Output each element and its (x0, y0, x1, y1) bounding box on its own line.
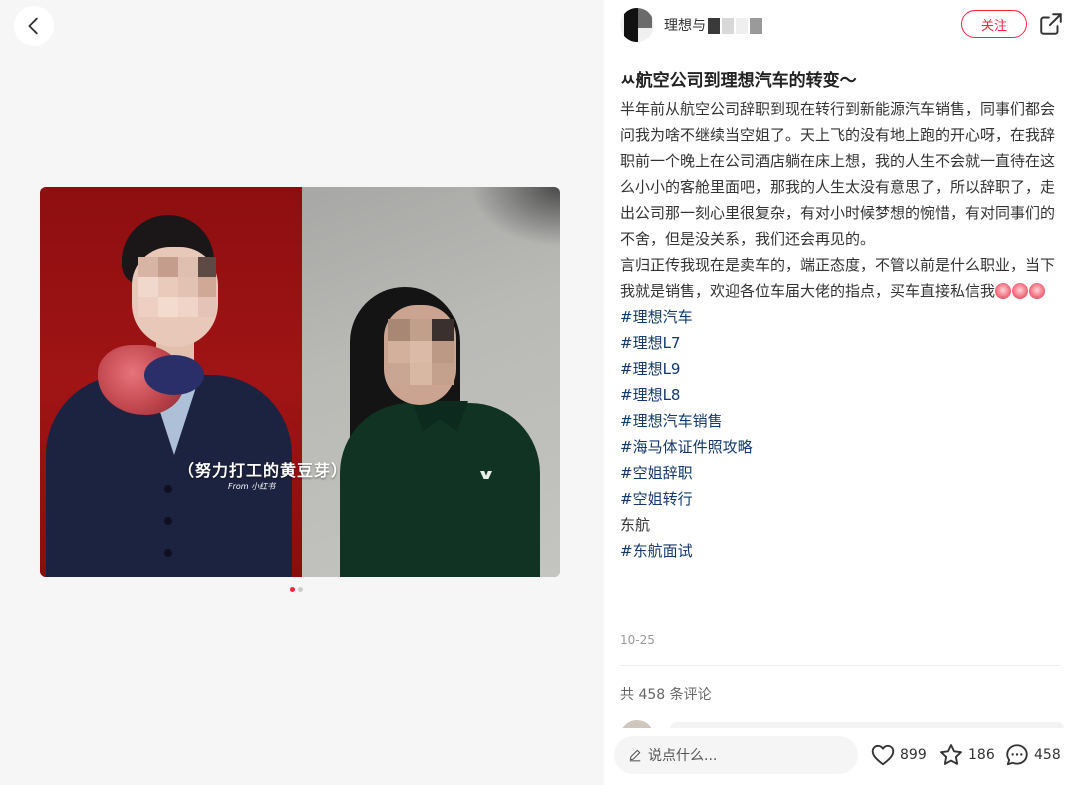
hashtag-link[interactable]: #理想L9 (620, 356, 1056, 382)
photo-watermark: From 小红书 (228, 482, 276, 491)
divider (620, 665, 1060, 666)
emoji-icon (1012, 283, 1029, 299)
tag-list: #理想汽车 #理想L7 #理想L9 #理想L8 #理想汽车销售 #海马体证件照攻略 #空姐辞… (620, 304, 1056, 564)
green-polo (340, 403, 540, 577)
carousel-dot-active[interactable] (290, 587, 295, 592)
comment-icon (1006, 744, 1028, 766)
post-body: 半年前从航空公司辞职到现在转行到新能源汽车销售，同事们都会问我为啥不继续当空姐了… (620, 96, 1056, 564)
author-row[interactable]: 理想与 (620, 8, 762, 42)
hashtag-link[interactable]: #理想汽车 (620, 304, 1056, 330)
heart-icon (871, 744, 895, 766)
emoji-icon (1029, 283, 1046, 299)
post-photo[interactable]: （努力打工的黄豆芽） From 小红书 (40, 187, 560, 577)
action-bar: 说点什么... 899 186 458 (604, 728, 1080, 785)
follow-button[interactable]: 关注 (961, 10, 1027, 38)
hashtag-link[interactable]: #海马体证件照攻略 (620, 434, 1056, 460)
pixelated-face (384, 305, 456, 405)
post-date: 10-25 (620, 633, 655, 647)
author-name[interactable]: 理想与 (664, 15, 762, 35)
hashtag-link[interactable]: #东航面试 (620, 538, 1056, 564)
pencil-icon (629, 749, 641, 762)
post-paragraph: 言归正传我现在是卖车的，端正态度，不管以前是什么职业，当下我就是销售，欢迎各位车… (620, 256, 1056, 300)
photo-caption: （努力打工的黄豆芽） (178, 461, 349, 480)
collect-button[interactable]: 186 (938, 742, 995, 768)
back-button[interactable] (14, 6, 54, 46)
hashtag-link[interactable]: #空姐辞职 (620, 460, 1056, 486)
comment-button[interactable]: 458 (1004, 742, 1061, 768)
like-count: 899 (900, 747, 927, 763)
hashtag-link[interactable]: #理想汽车销售 (620, 408, 1056, 434)
post-text-line: 东航 (620, 516, 651, 534)
comment-count-button: 458 (1034, 747, 1061, 763)
emoji-icon (995, 283, 1012, 299)
avatar[interactable] (620, 8, 654, 42)
pixelated-face (132, 247, 218, 347)
share-icon[interactable] (1038, 11, 1064, 37)
comment-count: 共 458 条评论 (620, 687, 712, 703)
hashtag-link[interactable]: #理想L7 (620, 330, 1056, 356)
comment-placeholder: 说点什么... (648, 748, 718, 764)
hashtag-link[interactable]: #理想L8 (620, 382, 1056, 408)
carousel-indicator (290, 587, 303, 592)
carousel-dot[interactable] (298, 587, 303, 592)
star-icon (940, 744, 962, 765)
post-detail: 理想与 关注 ㅆ航空公司到理想汽车的转变～ 半年前从航空公司辞职到现在转行到新能… (604, 0, 1080, 785)
like-button[interactable]: 899 (870, 742, 927, 768)
chevron-left-icon (28, 17, 38, 35)
image-viewer: （努力打工的黄豆芽） From 小红书 (0, 0, 604, 785)
post-title: ㅆ航空公司到理想汽车的转变～ (620, 71, 857, 91)
comment-input[interactable]: 说点什么... (614, 736, 858, 774)
collect-count: 186 (968, 747, 995, 763)
hashtag-link[interactable]: #空姐转行 (620, 486, 1056, 512)
post-paragraph: 半年前从航空公司辞职到现在转行到新能源汽车销售，同事们都会问我为啥不继续当空姐了… (620, 100, 1056, 248)
